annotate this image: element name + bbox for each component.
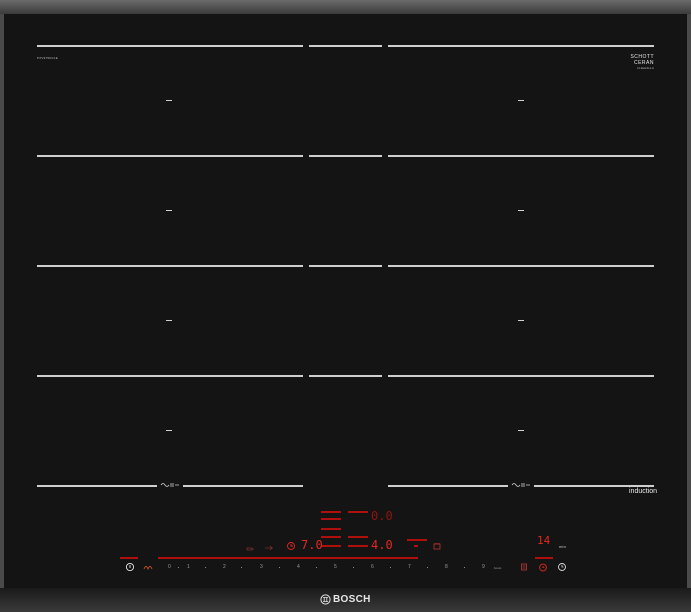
slider-label-4[interactable]: 4 (297, 564, 300, 570)
zone-bottom-line-right (388, 485, 508, 487)
induction-cooktop: PXV975DC1E SCHOTT CERAN induction induct… (0, 0, 691, 612)
zone-indicator-1 (321, 511, 341, 513)
slider-label-5[interactable]: 5 (334, 564, 337, 570)
zone-divider-right-row3 (388, 265, 654, 267)
stopwatch-icon[interactable] (519, 562, 529, 572)
zone-divider-right-row1 (388, 45, 654, 47)
zone-indicator-6 (348, 511, 368, 513)
zone-bottom-line-right2 (534, 485, 654, 487)
schott-ceran-logo: SCHOTT CERAN induction (630, 54, 654, 70)
slider-label-7[interactable]: 7 (408, 564, 411, 570)
zone-indicator-7 (348, 536, 368, 538)
zone-mark-left-3 (166, 320, 172, 321)
slider-dot-6 (390, 567, 391, 568)
brand-name: BOSCH (333, 594, 371, 605)
child-lock-icon[interactable] (143, 562, 153, 572)
pan-indicator-dot (414, 545, 418, 547)
slider-label-9[interactable]: 9 (482, 564, 485, 570)
power-underline (120, 557, 138, 559)
zone-indicator-5 (321, 545, 341, 547)
slider-label-3[interactable]: 3 (260, 564, 263, 570)
zone-divider-left-row1 (37, 45, 303, 47)
zone-indicator-8 (348, 545, 368, 547)
clock-icon[interactable] (557, 562, 567, 572)
zone-bottom-line-left (37, 485, 157, 487)
zone-mark-right-1 (518, 100, 524, 101)
timer-unit: min (559, 544, 567, 549)
slider-dot-2 (241, 567, 242, 568)
zone-mark-right-4 (518, 430, 524, 431)
slider-dot-4 (316, 567, 317, 568)
zone-mark-right-3 (518, 320, 524, 321)
induction-label: induction (629, 488, 658, 495)
slider-dot-0 (178, 567, 179, 568)
zone-divider-center-row4 (309, 375, 382, 377)
slider-label-1[interactable]: 1 (187, 564, 190, 570)
slider-label-6[interactable]: 6 (371, 564, 374, 570)
slider-track-red (158, 557, 418, 559)
slider-label-2[interactable]: 2 (223, 564, 226, 570)
flex-zone-left-icon (160, 483, 179, 487)
glass-surface (4, 14, 687, 588)
pan-icon[interactable] (432, 541, 442, 551)
timer-icon[interactable] (286, 541, 296, 551)
frying-sensor-icon[interactable] (245, 542, 255, 552)
zone-divider-center-row2 (309, 155, 382, 157)
zone-indicator-2 (321, 518, 341, 520)
boost-label[interactable]: boost (494, 566, 501, 570)
flex-zone-right-icon (511, 483, 530, 487)
zone-bottom-line-left2 (183, 485, 303, 487)
slider-dot-5 (353, 567, 354, 568)
center-zone-power-display[interactable]: 4.0 (371, 539, 393, 551)
zone-divider-left-row4 (37, 375, 303, 377)
slider-dot-7 (427, 567, 428, 568)
pan-indicator-bar (407, 539, 427, 541)
slider-label-0[interactable]: 0 (168, 564, 171, 570)
zone-divider-right-row2 (388, 155, 654, 157)
zone-divider-center-row3 (309, 265, 382, 267)
zone-divider-left-row2 (37, 155, 303, 157)
zone-mark-left-1 (166, 100, 172, 101)
zone-mark-left-2 (166, 210, 172, 211)
alarm-icon[interactable] (538, 562, 548, 572)
top-frame (0, 0, 691, 14)
left-zone-power-display[interactable]: 7.0 (301, 539, 323, 551)
slider-dot-1 (205, 567, 206, 568)
timer-display: 14 (537, 534, 551, 547)
zone-divider-right-row4 (388, 375, 654, 377)
zone-indicator-4 (321, 536, 341, 538)
zone-divider-center-row1 (309, 45, 382, 47)
slider-label-8[interactable]: 8 (445, 564, 448, 570)
bosch-logo-icon (320, 594, 331, 605)
slider-dot-3 (279, 567, 280, 568)
slider-dot-8 (464, 567, 465, 568)
zone-mark-right-2 (518, 210, 524, 211)
move-icon[interactable] (264, 543, 274, 553)
timer-underline (535, 557, 553, 559)
power-icon[interactable] (125, 562, 135, 572)
zone-divider-left-row3 (37, 265, 303, 267)
top-zone-power-display: 0.0 (371, 509, 393, 523)
model-code: PXV975DC1E (37, 56, 59, 60)
zone-mark-left-4 (166, 430, 172, 431)
zone-indicator-3 (321, 528, 341, 530)
